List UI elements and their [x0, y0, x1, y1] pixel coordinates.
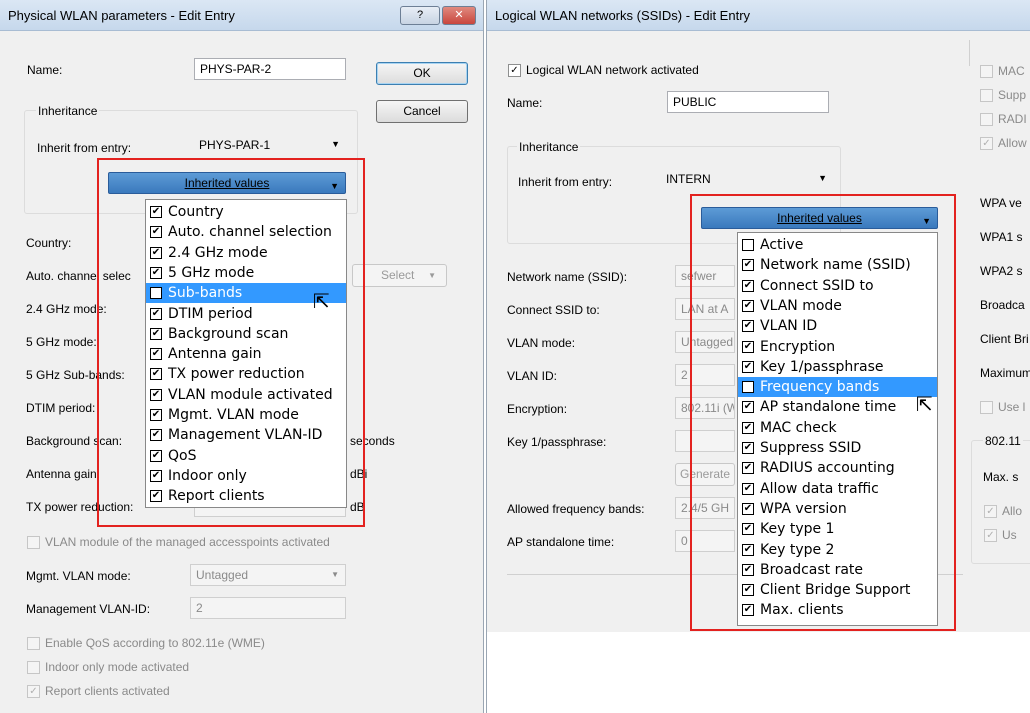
inherit-from-select[interactable]: PHYS-PAR-1 ▼ [194, 135, 346, 157]
ap-label: AP standalone time: [507, 535, 615, 549]
select-button: Select ▼ [352, 264, 447, 287]
dialog-title: Logical WLAN networks (SSIDs) - Edit Ent… [495, 8, 751, 23]
dialog-title: Physical WLAN parameters - Edit Entry [8, 8, 235, 23]
indoor-checkbox[interactable] [27, 661, 40, 674]
us-label: Us [1002, 528, 1017, 542]
inheritance-label: Inheritance [517, 140, 581, 154]
title-bar[interactable]: Physical WLAN parameters - Edit Entry ? … [0, 0, 483, 31]
key-label: Key 1/passphrase: [507, 435, 607, 449]
country-label: Country: [26, 236, 72, 250]
vlan-id-label: VLAN ID: [507, 369, 558, 383]
max-s-label: Max. s [983, 470, 1019, 484]
inherit-from-value: INTERN [666, 172, 711, 186]
vlan-module-label: VLAN module of the managed accesspoints … [45, 535, 330, 549]
inheritance-label: Inheritance [36, 104, 100, 118]
name-label: Name: [507, 96, 543, 110]
name-field[interactable]: PUBLIC [667, 91, 829, 113]
qos-label: Enable QoS according to 802.11e (WME) [45, 636, 265, 650]
mac-checkbox[interactable] [980, 65, 993, 78]
radi-label: RADI [998, 112, 1027, 126]
allo-checkbox[interactable] [984, 505, 997, 518]
report-label: Report clients activated [45, 684, 170, 698]
mgmt-vlan-mode-value: Untagged [196, 568, 249, 582]
activated-checkbox[interactable] [508, 64, 521, 77]
inherit-from-value: PHYS-PAR-1 [199, 138, 271, 152]
client-bridge-label: Client Bri [980, 332, 1029, 346]
report-checkbox[interactable] [27, 685, 40, 698]
maximum-label: Maximum [980, 366, 1030, 380]
qos-checkbox[interactable] [27, 637, 40, 650]
allow-label: Allow [998, 136, 1027, 150]
name-label: Name: [27, 63, 63, 77]
mac-label: MAC [998, 64, 1025, 78]
allo-label: Allo [1002, 504, 1023, 518]
radi-checkbox[interactable] [980, 113, 993, 126]
ssid-label: Network name (SSID): [507, 270, 628, 284]
cancel-button[interactable]: Cancel [376, 100, 468, 123]
name-field[interactable]: PHYS-PAR-2 [194, 58, 346, 80]
annotation-box [97, 158, 365, 527]
supp-checkbox[interactable] [980, 89, 993, 102]
ok-button[interactable]: OK [376, 62, 468, 85]
antenna-label: Antenna gain: [26, 467, 101, 481]
vlan-mode-label: VLAN mode: [507, 336, 576, 350]
activated-label: Logical WLAN network activated [526, 63, 699, 77]
physical-wlan-dialog: Physical WLAN parameters - Edit Entry ? … [0, 0, 484, 713]
mouse-cursor-icon: ⇱ [313, 291, 330, 313]
wpa-version-label: WPA ve [980, 196, 1022, 210]
mouse-cursor-icon: ⇱ [916, 394, 933, 416]
help-button[interactable]: ? [400, 6, 440, 25]
mgmt-vlan-id-label: Management VLAN-ID: [26, 602, 151, 616]
divider [969, 40, 970, 66]
connect-label: Connect SSID to: [507, 303, 600, 317]
us-checkbox[interactable] [984, 529, 997, 542]
wpa2-label: WPA2 s [980, 264, 1023, 278]
dot11-group [971, 440, 1030, 564]
inherit-from-select[interactable]: INTERN ▼ [661, 169, 833, 191]
encryption-label: Encryption: [507, 402, 568, 416]
indoor-label: Indoor only mode activated [45, 660, 190, 674]
chevron-down-icon: ▼ [331, 570, 339, 579]
freq-label: Allowed frequency bands: [507, 502, 645, 516]
dtim-label: DTIM period: [26, 401, 96, 415]
mgmt-vlan-id-field: 2 [190, 597, 346, 619]
empty-area [487, 632, 1030, 713]
mgmt-vlan-mode-select: Untagged ▼ [190, 564, 346, 586]
select-label: Select [381, 268, 415, 282]
dot11-label: 802.11 [983, 434, 1023, 448]
inherit-from-label: Inherit from entry: [518, 175, 613, 189]
allow-checkbox[interactable] [980, 137, 993, 150]
chevron-down-icon: ▼ [428, 271, 436, 280]
wpa1-label: WPA1 s [980, 230, 1023, 244]
broadcast-label: Broadca [980, 298, 1025, 312]
close-button[interactable]: ✕ [442, 6, 476, 25]
chevron-down-icon: ▼ [331, 139, 340, 149]
use-label: Use l [998, 400, 1026, 414]
ghz24-label: 2.4 GHz mode: [26, 302, 107, 316]
mgmt-vlan-mode-label: Mgmt. VLAN mode: [26, 569, 131, 583]
title-bar[interactable]: Logical WLAN networks (SSIDs) - Edit Ent… [487, 0, 1030, 31]
supp-label: Supp [998, 88, 1027, 102]
logical-wlan-dialog: Logical WLAN networks (SSIDs) - Edit Ent… [486, 0, 1030, 713]
vlan-module-checkbox[interactable] [27, 536, 40, 549]
chevron-down-icon: ▼ [818, 173, 827, 183]
ghz5-label: 5 GHz mode: [26, 335, 97, 349]
use-checkbox[interactable] [980, 401, 993, 414]
inherit-from-label: Inherit from entry: [37, 141, 132, 155]
